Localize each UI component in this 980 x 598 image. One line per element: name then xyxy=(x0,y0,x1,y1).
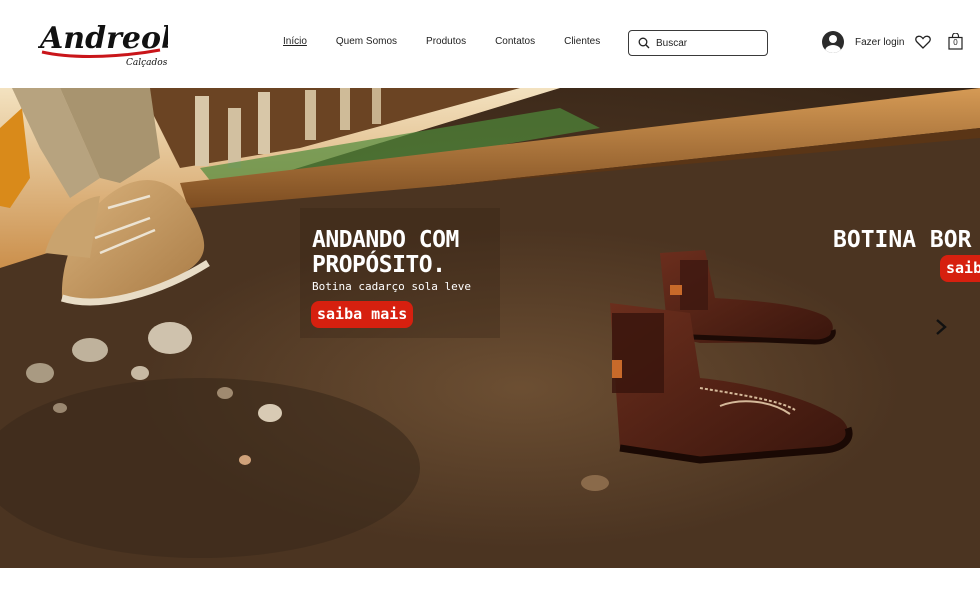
next-slide-title: BOTINA BOR xyxy=(833,227,972,253)
chevron-right-icon[interactable] xyxy=(932,316,950,338)
login-label: Fazer login xyxy=(855,36,905,48)
nav-item-produtos[interactable]: Produtos xyxy=(426,36,466,48)
search-box[interactable] xyxy=(628,30,768,56)
brand-tagline: Calçados xyxy=(126,58,168,68)
nav-item-quem-somos[interactable]: Quem Somos xyxy=(336,36,397,48)
user-avatar-icon xyxy=(822,31,844,53)
search-input[interactable] xyxy=(656,37,756,49)
slide-title: ANDANDO COM PROPÓSITO. xyxy=(312,227,459,278)
nav-item-clientes[interactable]: Clientes xyxy=(564,36,600,48)
heart-icon[interactable] xyxy=(915,35,931,49)
hero-slideshow: ANDANDO COM PROPÓSITO. Botina cadarço so… xyxy=(0,88,980,568)
login-button[interactable]: Fazer login xyxy=(822,31,904,53)
hero-background-image xyxy=(0,88,980,568)
nav-item-inicio[interactable]: Início xyxy=(283,36,307,48)
search-icon xyxy=(638,37,650,49)
cart-count: 0 xyxy=(953,38,958,47)
next-slide-cta-button[interactable]: saib xyxy=(940,255,980,282)
nav-item-contatos[interactable]: Contatos xyxy=(495,36,535,48)
saiba-mais-button[interactable]: saiba mais xyxy=(311,301,414,328)
cart-button[interactable]: 0 xyxy=(948,32,963,50)
brand-logo[interactable]: Andreola Calçados xyxy=(38,14,168,70)
main-nav: Início Quem Somos Produtos Contatos Clie… xyxy=(270,36,629,48)
slide-subtitle: Botina cadarço sola leve xyxy=(312,280,471,293)
site-header: Andreola Calçados Início Quem Somos Prod… xyxy=(0,0,980,88)
